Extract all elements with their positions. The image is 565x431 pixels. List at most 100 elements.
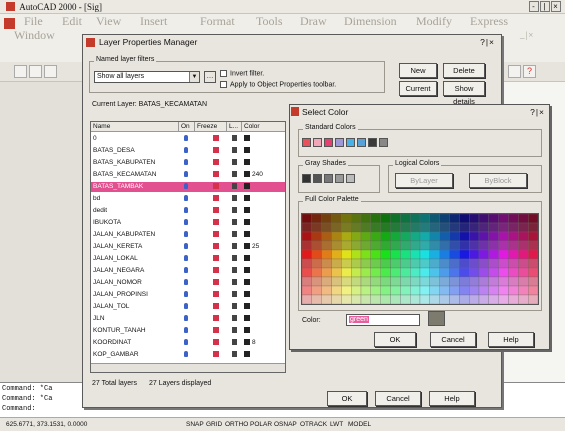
palette-cell[interactable] xyxy=(449,285,460,296)
palette-cell[interactable] xyxy=(449,222,460,233)
palette-cell[interactable] xyxy=(351,214,362,224)
palette-cell[interactable] xyxy=(498,267,509,278)
layer-row[interactable]: KOORDINAT 8 xyxy=(91,338,285,348)
save-icon[interactable] xyxy=(44,65,57,78)
palette-cell[interactable] xyxy=(331,294,342,304)
palette-cell[interactable] xyxy=(360,249,371,260)
palette-cell[interactable] xyxy=(488,276,499,287)
palette-cell[interactable] xyxy=(429,231,440,242)
color-input[interactable]: green xyxy=(346,314,420,326)
palette-cell[interactable] xyxy=(508,214,519,224)
palette-cell[interactable] xyxy=(351,258,362,269)
osnap-toggle[interactable]: OSNAP xyxy=(274,418,297,431)
palette-cell[interactable] xyxy=(302,285,312,296)
color-swatch[interactable] xyxy=(244,219,250,225)
palette-cell[interactable] xyxy=(449,249,460,260)
column-lock[interactable]: L... xyxy=(227,122,242,132)
palette-cell[interactable] xyxy=(321,294,332,304)
palette-cell[interactable] xyxy=(390,222,401,233)
palette-cell[interactable] xyxy=(449,294,460,304)
lock-icon[interactable] xyxy=(232,207,237,213)
palette-cell[interactable] xyxy=(518,214,529,224)
palette-cell[interactable] xyxy=(380,276,391,287)
color-swatch[interactable] xyxy=(244,327,250,333)
palette-cell[interactable] xyxy=(321,249,332,260)
palette-cell[interactable] xyxy=(351,231,362,242)
layer-row[interactable]: JALAN_KABUPATEN xyxy=(91,230,285,240)
palette-cell[interactable] xyxy=(311,249,322,260)
palette-cell[interactable] xyxy=(439,258,450,269)
lock-icon[interactable] xyxy=(232,159,237,165)
sun-icon[interactable] xyxy=(213,219,219,225)
palette-cell[interactable] xyxy=(498,214,509,224)
palette-cell[interactable] xyxy=(311,240,322,251)
palette-cell[interactable] xyxy=(410,276,421,287)
new-layer-button[interactable]: New xyxy=(399,63,437,78)
lock-icon[interactable] xyxy=(232,291,237,297)
palette-cell[interactable] xyxy=(380,240,391,251)
layer-row[interactable]: BATAS_KECAMATAN 240 xyxy=(91,170,285,180)
palette-cell[interactable] xyxy=(449,240,460,251)
palette-cell[interactable] xyxy=(419,276,430,287)
layer-row[interactable]: JLN xyxy=(91,314,285,324)
sun-icon[interactable] xyxy=(213,171,219,177)
palette-cell[interactable] xyxy=(528,249,538,260)
palette-cell[interactable] xyxy=(478,294,489,304)
palette-cell[interactable] xyxy=(469,249,480,260)
palette-cell[interactable] xyxy=(410,240,421,251)
color-cancel-button[interactable]: Cancel xyxy=(430,332,476,347)
palette-cell[interactable] xyxy=(459,294,470,304)
layer-row[interactable]: JALAN_TOL xyxy=(91,302,285,312)
palette-cell[interactable] xyxy=(508,294,519,304)
lightbulb-icon[interactable] xyxy=(184,159,188,165)
palette-cell[interactable] xyxy=(518,240,529,251)
sun-icon[interactable] xyxy=(213,135,219,141)
palette-cell[interactable] xyxy=(419,231,430,242)
palette-cell[interactable] xyxy=(400,222,411,233)
gray-shade-swatch[interactable] xyxy=(313,174,322,183)
sun-icon[interactable] xyxy=(213,147,219,153)
standard-color-swatch[interactable] xyxy=(302,138,311,147)
layer-help-button[interactable]: Help xyxy=(429,391,475,406)
palette-cell[interactable] xyxy=(311,267,322,278)
lightbulb-icon[interactable] xyxy=(184,183,188,189)
palette-cell[interactable] xyxy=(390,285,401,296)
palette-cell[interactable] xyxy=(311,258,322,269)
palette-cell[interactable] xyxy=(449,258,460,269)
lightbulb-icon[interactable] xyxy=(184,267,188,273)
palette-cell[interactable] xyxy=(459,276,470,287)
palette-cell[interactable] xyxy=(321,214,332,224)
gray-shade-swatch[interactable] xyxy=(335,174,344,183)
palette-cell[interactable] xyxy=(498,240,509,251)
palette-cell[interactable] xyxy=(351,276,362,287)
show-details-button[interactable]: Show details xyxy=(443,81,485,106)
palette-cell[interactable] xyxy=(331,214,342,224)
model-toggle[interactable]: MODEL xyxy=(348,418,371,431)
palette-cell[interactable] xyxy=(429,240,440,251)
palette-cell[interactable] xyxy=(311,222,322,233)
palette-cell[interactable] xyxy=(390,249,401,260)
palette-cell[interactable] xyxy=(439,267,450,278)
lock-icon[interactable] xyxy=(232,147,237,153)
lightbulb-icon[interactable] xyxy=(184,231,188,237)
palette-cell[interactable] xyxy=(508,240,519,251)
color-swatch[interactable] xyxy=(244,255,250,261)
palette-cell[interactable] xyxy=(469,240,480,251)
palette-cell[interactable] xyxy=(419,294,430,304)
palette-cell[interactable] xyxy=(321,222,332,233)
lock-icon[interactable] xyxy=(232,255,237,261)
lock-icon[interactable] xyxy=(232,219,237,225)
layer-row[interactable]: BATAS_KABUPATEN xyxy=(91,158,285,168)
color-swatch[interactable] xyxy=(244,279,250,285)
menu-modify[interactable]: Modify xyxy=(416,14,452,29)
palette-cell[interactable] xyxy=(498,285,509,296)
menu-file[interactable]: File xyxy=(24,14,43,29)
palette-cell[interactable] xyxy=(469,222,480,233)
sun-icon[interactable] xyxy=(213,279,219,285)
palette-cell[interactable] xyxy=(419,267,430,278)
palette-cell[interactable] xyxy=(508,222,519,233)
palette-cell[interactable] xyxy=(439,240,450,251)
color-swatch[interactable] xyxy=(244,303,250,309)
otrack-toggle[interactable]: OTRACK xyxy=(300,418,327,431)
palette-cell[interactable] xyxy=(528,231,538,242)
